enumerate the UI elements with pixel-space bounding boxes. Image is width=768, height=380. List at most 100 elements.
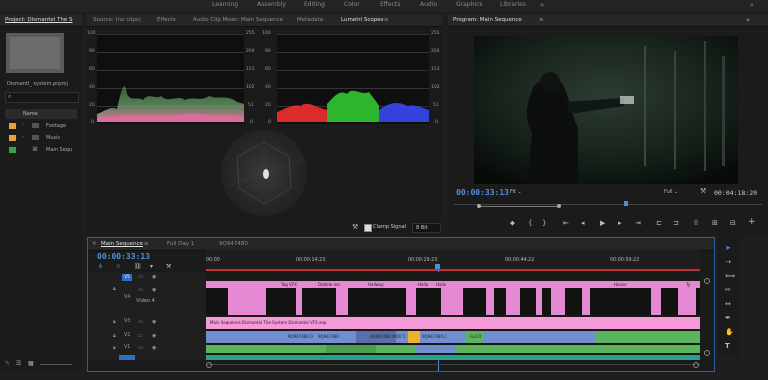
hand-tool-icon[interactable]: ✋ (725, 329, 734, 336)
track-label-v1[interactable]: V1 (124, 345, 130, 350)
workspace-graphics[interactable]: Graphics (456, 1, 483, 8)
track-label-v4[interactable]: V4 (124, 295, 130, 300)
tab-audio-clip-mixer[interactable]: Audio Clip Mixer: Main Sequence (193, 17, 283, 23)
timeline-timecode[interactable]: 00:00:33:13 (97, 252, 150, 261)
sync-lock-icon[interactable]: ▭ (138, 333, 143, 339)
linked-selection-icon[interactable]: ⛓ (134, 263, 142, 270)
step-back-icon[interactable]: ◂ (581, 220, 585, 227)
tab-main-sequence[interactable]: Main Sequence (101, 241, 143, 247)
tab-lumetri-scopes[interactable]: Lumetri Scopes (341, 17, 384, 23)
go-to-out-icon[interactable]: ⇥ (635, 220, 641, 227)
eye-icon[interactable]: ◉ (152, 333, 156, 339)
play-icon[interactable]: ▶ (600, 220, 605, 227)
program-scrubber[interactable] (454, 201, 762, 209)
go-to-in-icon[interactable]: ⇤ (563, 220, 569, 227)
extract-icon[interactable]: ⊐ (673, 220, 679, 227)
add-button-icon[interactable]: + (748, 218, 756, 227)
clamp-signal-checkbox[interactable] (364, 224, 372, 232)
wrench-icon[interactable]: ⚒ (700, 187, 706, 195)
chevron-right-icon[interactable]: › (22, 134, 24, 140)
mark-in-icon[interactable]: { (528, 220, 532, 227)
tab-menu-icon[interactable]: ≡ (539, 17, 544, 23)
scroll-handle-top[interactable] (704, 278, 710, 284)
workspace-assembly[interactable]: Assembly (257, 1, 286, 8)
ripple-edit-icon[interactable]: ⟺ (725, 273, 735, 280)
razor-icon[interactable]: ✂ (725, 287, 731, 294)
time-ruler[interactable]: 00:00 00:00:14:23 00:00:29:23 00:00:44:2… (206, 250, 700, 272)
program-tab[interactable]: Program: Main Sequence (453, 17, 522, 23)
tab-clip-sequence[interactable]: 9Q947480 (219, 241, 248, 247)
sync-lock-icon[interactable]: ▭ (138, 319, 143, 325)
snap-icon[interactable]: ⋔ (98, 263, 103, 270)
workspace-libraries[interactable]: Libraries (500, 1, 526, 8)
chevron-right-icon[interactable]: › (22, 122, 24, 128)
search-input[interactable]: ⌕ (5, 92, 79, 103)
lock-icon[interactable]: 🔒︎ (113, 319, 116, 325)
close-icon[interactable]: ✕ (92, 241, 97, 247)
tab-effects[interactable]: Effects (157, 17, 176, 23)
zoom-handle-right[interactable] (557, 204, 561, 208)
eye-icon[interactable]: ◉ (152, 345, 156, 351)
quality-select[interactable]: Full ⌄ (664, 189, 678, 195)
camera-icon[interactable]: ⌷ (694, 220, 698, 227)
button-editor-icon[interactable]: ⊞ (712, 220, 718, 227)
lift-icon[interactable]: ⊏ (656, 220, 662, 227)
track-select-icon[interactable]: ⇢ (725, 259, 731, 266)
name-column-label[interactable]: Name (23, 111, 38, 117)
search-icon[interactable]: ⌕ (750, 1, 754, 10)
bit-depth-select[interactable]: 8 Bit (412, 223, 441, 233)
mark-out-icon[interactable]: } (542, 220, 546, 227)
type-tool-icon[interactable]: T (725, 343, 730, 350)
scroll-handle-left[interactable] (206, 362, 212, 368)
pen-tool-icon[interactable]: ✒ (725, 315, 731, 322)
track-label-v2[interactable]: V2 (124, 333, 130, 338)
zoom-slider[interactable] (40, 364, 72, 365)
lock-icon[interactable]: 🔒︎ (113, 333, 116, 339)
list-item[interactable]: › Footage (8, 121, 78, 131)
eye-icon[interactable]: ◉ (152, 274, 156, 280)
magnet-icon[interactable]: ∩ (116, 263, 120, 270)
wrench-icon[interactable]: ⚒ (166, 263, 171, 270)
compare-view-icon[interactable]: ⊟ (730, 220, 736, 227)
lock-icon[interactable]: 🔒︎ (113, 286, 116, 292)
list-item[interactable]: ⌘ Main Sequ (8, 145, 78, 155)
project-tab[interactable]: Project: Dismantel The S (5, 17, 73, 23)
clip-v3[interactable]: Main Sequence:Dismantel The System Disma… (206, 317, 700, 329)
eye-icon[interactable]: ◉ (152, 319, 156, 325)
workspace-color[interactable]: Color (344, 1, 360, 8)
pencil-icon[interactable]: ✎ (5, 360, 10, 367)
track-label-v3[interactable]: V3 (124, 319, 130, 324)
more-workspaces-icon[interactable]: » (540, 1, 544, 9)
expand-icon[interactable]: » (746, 16, 750, 24)
eye-icon[interactable]: ◉ (152, 287, 156, 293)
tab-menu-icon[interactable]: ≡ (384, 17, 389, 23)
tab-source[interactable]: Source: (no clips) (93, 17, 141, 23)
workspace-effects[interactable]: Effects (380, 1, 400, 8)
list-item[interactable]: › Music (8, 133, 78, 143)
track-label-v5[interactable]: V5 (122, 274, 132, 281)
workspace-audio[interactable]: Audio (420, 1, 437, 8)
wrench-icon[interactable]: ⚒ (352, 223, 358, 231)
clip-row-v2[interactable]: 9Q947480.0 9Q947480 9Q947480.MOV C 9Q947… (206, 331, 700, 343)
sync-lock-icon[interactable]: ▭ (138, 345, 143, 351)
slip-tool-icon[interactable]: ↔ (725, 301, 731, 308)
playhead-handle[interactable] (435, 264, 440, 269)
add-marker-icon[interactable]: ▾ (150, 263, 153, 270)
sync-lock-icon[interactable]: ▭ (138, 287, 143, 293)
clip-row-v1[interactable] (206, 345, 700, 353)
lock-icon[interactable]: 🔒︎ (113, 345, 116, 351)
tab-menu-icon[interactable]: ≡ (144, 241, 149, 247)
scroll-handle-right[interactable] (693, 362, 699, 368)
workspace-editing[interactable]: Editing (304, 1, 325, 8)
zoom-handle-left[interactable] (477, 204, 481, 208)
list-view-icon[interactable]: ☰ (16, 360, 21, 367)
add-marker-icon[interactable]: ⬥ (510, 220, 515, 227)
clip-row-v5[interactable]: Tag VFX Dobble mo Hallway Hallo Hallu Ho… (206, 281, 700, 288)
track-target-a1[interactable] (119, 355, 135, 360)
timeline-horizontal-scrollbar[interactable] (206, 362, 700, 368)
sync-lock-icon[interactable]: ▭ (138, 274, 143, 280)
program-timecode[interactable]: 00:00:33:13 (456, 188, 509, 197)
workspace-learning[interactable]: Learning (212, 1, 238, 8)
icon-view-icon[interactable]: ▦ (28, 360, 34, 367)
timeline-vertical-scrollbar[interactable] (704, 278, 710, 358)
